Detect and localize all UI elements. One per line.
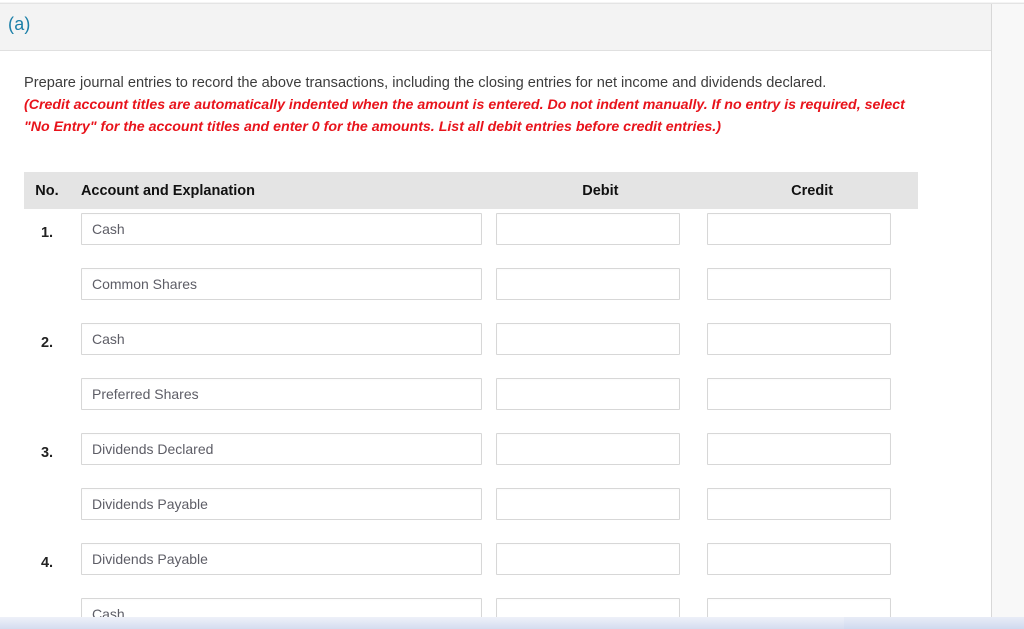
debit-cell bbox=[482, 323, 693, 355]
entry-number bbox=[24, 378, 70, 390]
credit-amount-input[interactable] bbox=[706, 488, 891, 520]
journal-entry-table: No. Account and Explanation Debit Credit… bbox=[24, 172, 918, 629]
debit-cell bbox=[482, 433, 693, 465]
account-title-input[interactable] bbox=[81, 433, 482, 465]
debit-amount-input[interactable] bbox=[495, 213, 680, 245]
account-title-input[interactable] bbox=[81, 543, 482, 575]
column-header-no: No. bbox=[35, 182, 59, 199]
account-cell bbox=[70, 213, 482, 245]
table-row: 2. bbox=[24, 323, 918, 378]
debit-cell bbox=[482, 268, 693, 300]
debit-cell bbox=[482, 488, 693, 520]
question-content-card: (a) Prepare journal entries to record th… bbox=[0, 4, 992, 629]
debit-cell bbox=[482, 543, 693, 575]
horizontal-scrollbar[interactable] bbox=[0, 617, 1024, 629]
debit-cell bbox=[482, 213, 693, 245]
credit-amount-input[interactable] bbox=[706, 433, 891, 465]
credit-amount-input[interactable] bbox=[706, 323, 891, 355]
debit-amount-input[interactable] bbox=[495, 378, 680, 410]
account-cell bbox=[70, 543, 482, 575]
credit-cell bbox=[693, 433, 904, 465]
credit-cell bbox=[693, 378, 904, 410]
journal-entry-group: 3. bbox=[24, 433, 918, 543]
credit-cell bbox=[693, 268, 904, 300]
instructions-block: Prepare journal entries to record the ab… bbox=[24, 72, 954, 138]
account-cell bbox=[70, 268, 482, 300]
table-row bbox=[24, 488, 918, 543]
column-header-credit: Credit bbox=[791, 182, 834, 199]
credit-cell bbox=[693, 213, 904, 245]
credit-cell bbox=[693, 488, 904, 520]
column-header-account-and-explanation: Account and Explanation bbox=[80, 182, 255, 199]
debit-amount-input[interactable] bbox=[495, 268, 680, 300]
credit-amount-input[interactable] bbox=[706, 543, 891, 575]
account-title-input[interactable] bbox=[81, 213, 482, 245]
credit-cell bbox=[693, 323, 904, 355]
horizontal-scrollbar-thumb[interactable] bbox=[0, 617, 844, 629]
page-root: (a) Prepare journal entries to record th… bbox=[0, 0, 1024, 629]
account-cell bbox=[70, 323, 482, 355]
instruction-note-text: (Credit account titles are automatically… bbox=[24, 97, 905, 135]
table-row: 1. bbox=[24, 213, 918, 268]
entry-number: 2. bbox=[40, 335, 54, 351]
credit-amount-input[interactable] bbox=[706, 378, 891, 410]
debit-amount-input[interactable] bbox=[495, 323, 680, 355]
entry-number bbox=[24, 268, 70, 280]
table-row: 3. bbox=[24, 433, 918, 488]
credit-amount-input[interactable] bbox=[706, 213, 891, 245]
debit-amount-input[interactable] bbox=[495, 433, 680, 465]
account-cell bbox=[70, 488, 482, 520]
entry-number bbox=[24, 598, 70, 610]
credit-cell bbox=[693, 543, 904, 575]
debit-amount-input[interactable] bbox=[495, 488, 680, 520]
journal-entry-group: 2. bbox=[24, 323, 918, 433]
column-header-debit: Debit bbox=[582, 182, 619, 199]
table-body: 1. 2. 3. 4. bbox=[24, 209, 918, 629]
part-label: (a) bbox=[8, 14, 31, 34]
account-title-input[interactable] bbox=[81, 268, 482, 300]
entry-number bbox=[24, 488, 70, 500]
table-row bbox=[24, 268, 918, 323]
account-cell bbox=[70, 433, 482, 465]
debit-amount-input[interactable] bbox=[495, 543, 680, 575]
account-title-input[interactable] bbox=[81, 488, 482, 520]
journal-entry-group: 1. bbox=[24, 213, 918, 323]
table-row: 4. bbox=[24, 543, 918, 598]
part-header-band: (a) bbox=[0, 4, 991, 51]
table-row bbox=[24, 378, 918, 433]
credit-amount-input[interactable] bbox=[706, 268, 891, 300]
instruction-main-text: Prepare journal entries to record the ab… bbox=[24, 75, 827, 91]
account-title-input[interactable] bbox=[81, 323, 482, 355]
entry-number: 1. bbox=[40, 225, 54, 241]
entry-number: 3. bbox=[40, 445, 54, 461]
table-header-row: No. Account and Explanation Debit Credit bbox=[24, 172, 918, 209]
account-cell bbox=[70, 378, 482, 410]
debit-cell bbox=[482, 378, 693, 410]
account-title-input[interactable] bbox=[81, 378, 482, 410]
entry-number: 4. bbox=[40, 555, 54, 571]
